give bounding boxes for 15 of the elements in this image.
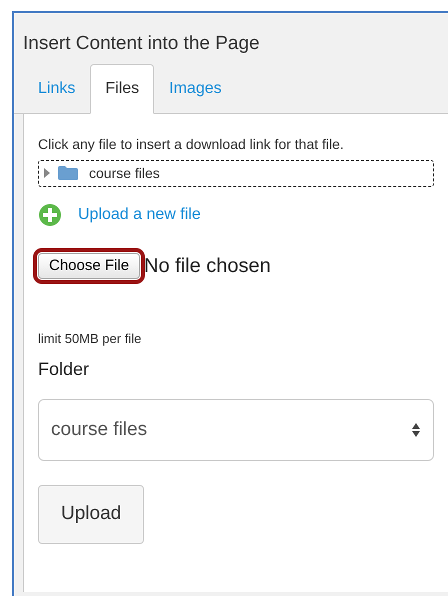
tree-item[interactable]: course files [38, 160, 434, 187]
updown-icon [411, 421, 421, 440]
panel-title: Insert Content into the Page [22, 32, 261, 56]
folder-label: Folder [38, 358, 90, 382]
add-icon [38, 202, 62, 227]
tab[interactable]: Files [90, 64, 154, 114]
expander-icon[interactable] [43, 168, 51, 178]
file-status-text: No file chosen [144, 254, 271, 279]
folder-select[interactable]: course files [38, 399, 434, 462]
instructions-text: Click any file to insert a download link for that file. [38, 134, 345, 154]
tree-label[interactable]: course files [89, 162, 160, 184]
folder-icon [57, 165, 79, 182]
upload-link[interactable]: Upload a new file [78, 202, 201, 227]
upload-button[interactable]: Upload [38, 485, 144, 544]
limit-note: limit 50MB per file [38, 330, 142, 348]
